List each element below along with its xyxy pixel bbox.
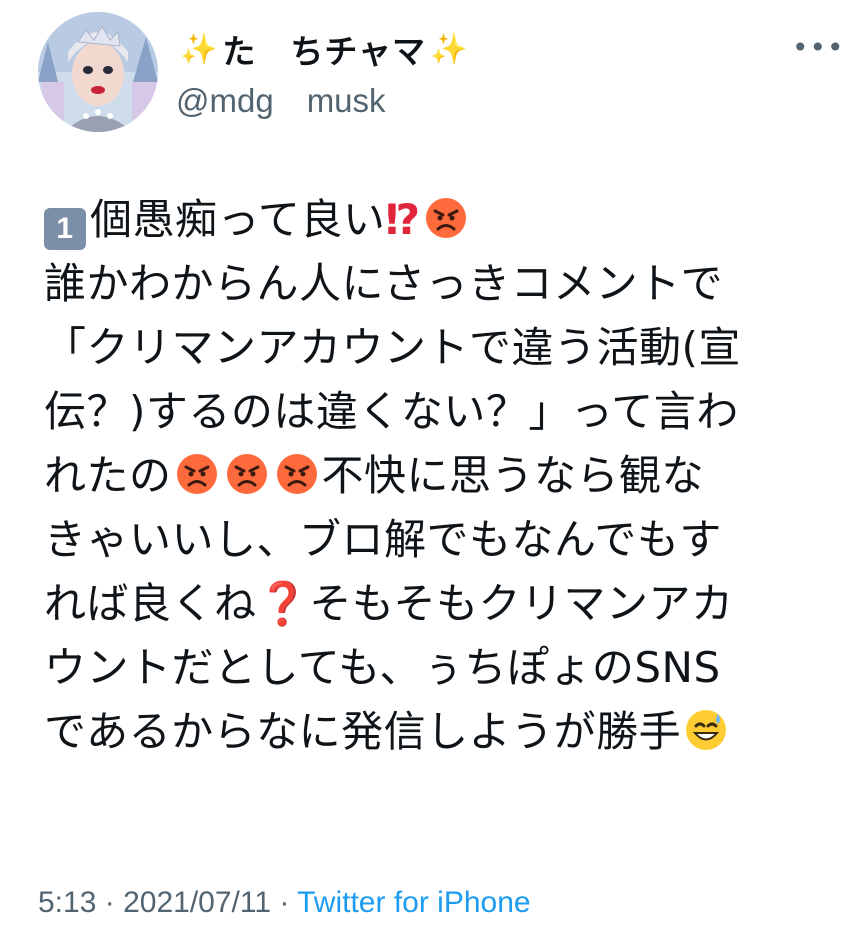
sparkles-icon: ✨ (430, 31, 469, 67)
tweet-footer: 5:13 · 2021/07/11 · Twitter for iPhone (38, 886, 531, 919)
tweet-line: 誰かわからん人にさっきコメントで (44, 259, 724, 308)
display-name-row[interactable]: ✨ た ちチャマ ✨ (176, 24, 472, 74)
red-question-icon: ❓ (256, 579, 310, 628)
tweet-line: 伝？)するのは違くない？」って言わ (44, 387, 739, 436)
display-name[interactable]: た ちチャマ (222, 25, 426, 73)
tweet-text: 1 個愚痴って良い⁉ 誰かわからん人にさっきコメントで 「クリマンアカウントで違う… (44, 188, 824, 764)
sweat-smile-icon (686, 710, 727, 750)
angry-face-icon (176, 454, 217, 494)
keycap-one-icon: 1 (44, 208, 86, 250)
sparkles-icon: ✨ (180, 31, 219, 67)
tweet-line: 「クリマンアカウントで違う活動(宣 (44, 323, 741, 372)
tweet-line: れたの 不快に思うなら観な (44, 451, 705, 500)
angry-face-icon (276, 454, 317, 494)
tweet-line: きゃいいし、ブロ解でもなんでもす (44, 515, 722, 564)
angry-face-icon (226, 454, 267, 494)
tweet-line: ウントだとしても、ぅちぽょのSNS (44, 643, 721, 692)
tweet-time[interactable]: 5:13 (38, 886, 96, 919)
tweet-date[interactable]: 2021/07/11 (123, 886, 271, 919)
tweet-line: 1 個愚痴って良い⁉ (44, 188, 824, 252)
user-handle[interactable]: @mdg musk (176, 74, 386, 122)
tweet-card: ✨ た ちチャマ ✨ @mdg musk ••• 1 個愚痴って良い⁉ 誰かわから… (0, 0, 847, 940)
angry-face-icon (425, 198, 466, 238)
more-horizontal-icon[interactable]: ••• (792, 34, 845, 62)
exclamation-question-icon: ⁉ (385, 195, 421, 244)
tweet-source-link[interactable]: Twitter for iPhone (297, 886, 530, 919)
tweet-line: れば良くね❓そもそもクリマンアカ (44, 579, 734, 628)
avatar[interactable] (38, 12, 158, 132)
tweet-line: であるからなに発信しようが勝手 (44, 700, 824, 764)
